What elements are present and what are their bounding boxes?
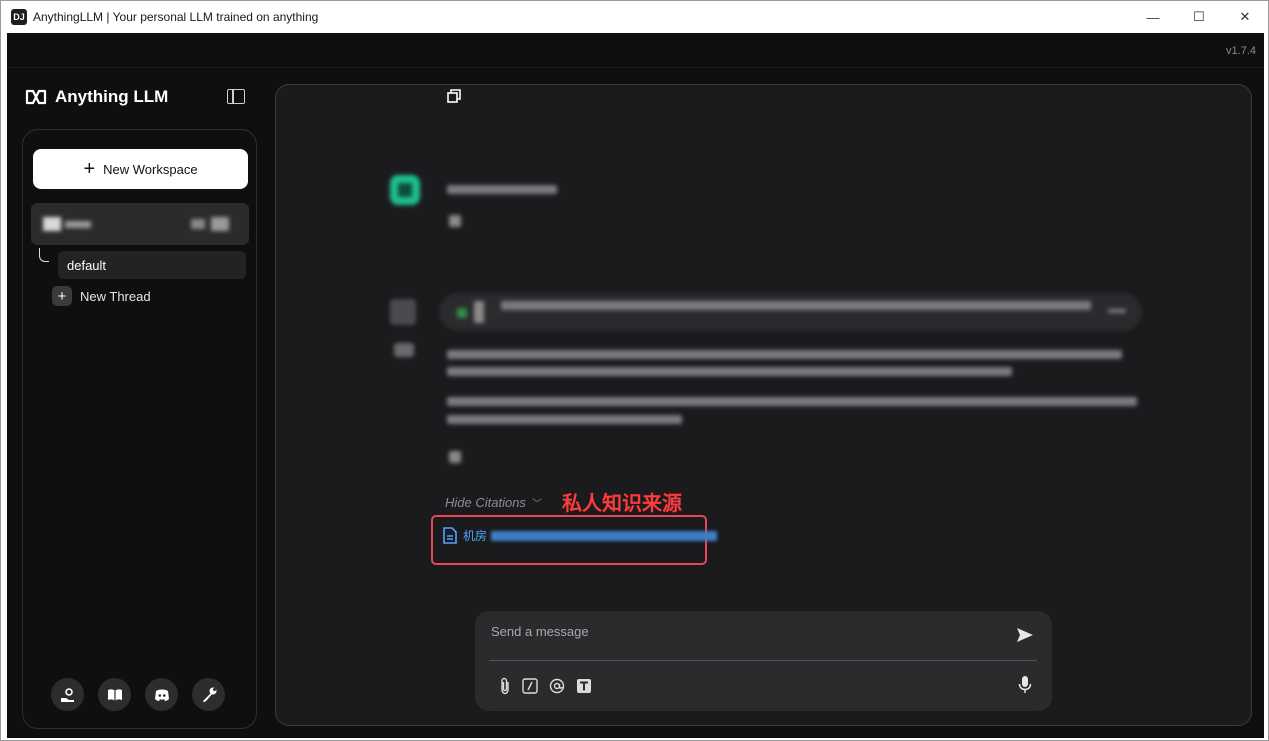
plus-icon: + xyxy=(83,158,96,180)
file-icon xyxy=(443,527,457,544)
close-button[interactable]: ✕ xyxy=(1222,1,1268,33)
attach-icon[interactable] xyxy=(499,677,511,695)
sidebar-footer xyxy=(51,678,225,711)
citation-label: 机房 xyxy=(463,529,488,543)
brand-logo: Anything LLM xyxy=(25,87,168,107)
app-window: DJ AnythingLLM | Your personal LLM train… xyxy=(0,0,1269,741)
app-logo-text: DJ xyxy=(13,12,25,22)
window-title: AnythingLLM | Your personal LLM trained … xyxy=(33,10,319,24)
header-divider xyxy=(7,67,1264,68)
maximize-button[interactable]: ☐ xyxy=(1176,1,1222,33)
assistant-icon xyxy=(394,343,414,357)
microphone-icon[interactable] xyxy=(1018,675,1032,700)
annotation-label: 私人知识来源 xyxy=(562,493,682,515)
app-body: v1.7.4 Anything LLM + New Workspace defa… xyxy=(7,33,1264,738)
assistant-avatar xyxy=(390,299,416,325)
workspace-item[interactable] xyxy=(31,203,249,245)
composer-tools xyxy=(499,677,592,695)
sidebar-toggle-icon[interactable] xyxy=(227,89,245,104)
message-composer: Send a message xyxy=(475,611,1052,711)
close-icon: ✕ xyxy=(1239,9,1251,24)
sidebar: + New Workspace default + New Thread xyxy=(22,129,257,729)
minimize-button[interactable]: — xyxy=(1130,1,1176,33)
new-thread-label: New Thread xyxy=(80,288,151,304)
hide-citations-toggle[interactable]: Hide Citations ﹀ xyxy=(445,495,542,510)
docs-book-icon[interactable] xyxy=(98,678,131,711)
version-label: v1.7.4 xyxy=(1226,45,1256,57)
citation-item[interactable]: 机房 xyxy=(443,527,718,544)
send-icon[interactable] xyxy=(1016,627,1034,648)
mention-icon[interactable] xyxy=(549,678,565,694)
settings-wrench-icon[interactable] xyxy=(192,678,225,711)
discord-icon[interactable] xyxy=(145,678,178,711)
slash-command-icon[interactable] xyxy=(522,678,538,694)
minimize-icon: — xyxy=(1146,9,1160,25)
thread-connector-icon xyxy=(39,248,49,262)
brand-name: Anything LLM xyxy=(55,87,169,106)
chevron-down-icon: ﹀ xyxy=(531,499,542,510)
thread-default-label: default xyxy=(67,257,107,273)
title-bar: DJ AnythingLLM | Your personal LLM train… xyxy=(1,1,1268,33)
citation-name-blurred xyxy=(491,530,718,541)
plus-icon: + xyxy=(52,286,72,306)
text-size-icon[interactable] xyxy=(576,678,592,694)
chat-panel: Hide Citations ﹀ 私人知识来源 机房 Send a messag… xyxy=(275,84,1252,726)
composer-divider xyxy=(489,660,1037,661)
new-workspace-label: New Workspace xyxy=(103,161,198,177)
thread-default[interactable]: default xyxy=(58,251,246,279)
community-hub-icon[interactable] xyxy=(51,678,84,711)
copy-icon[interactable] xyxy=(447,89,461,108)
new-workspace-button[interactable]: + New Workspace xyxy=(33,149,248,189)
hide-citations-label: Hide Citations xyxy=(445,495,526,510)
new-thread-button[interactable]: + New Thread xyxy=(52,286,151,306)
maximize-icon: ☐ xyxy=(1193,9,1205,24)
app-logo-icon: DJ xyxy=(11,9,27,25)
anythingllm-logo-icon xyxy=(25,89,47,105)
user-avatar xyxy=(390,175,420,205)
message-input[interactable]: Send a message xyxy=(491,624,589,639)
window-controls: — ☐ ✕ xyxy=(1130,1,1268,33)
assistant-thought-pill xyxy=(439,293,1142,331)
